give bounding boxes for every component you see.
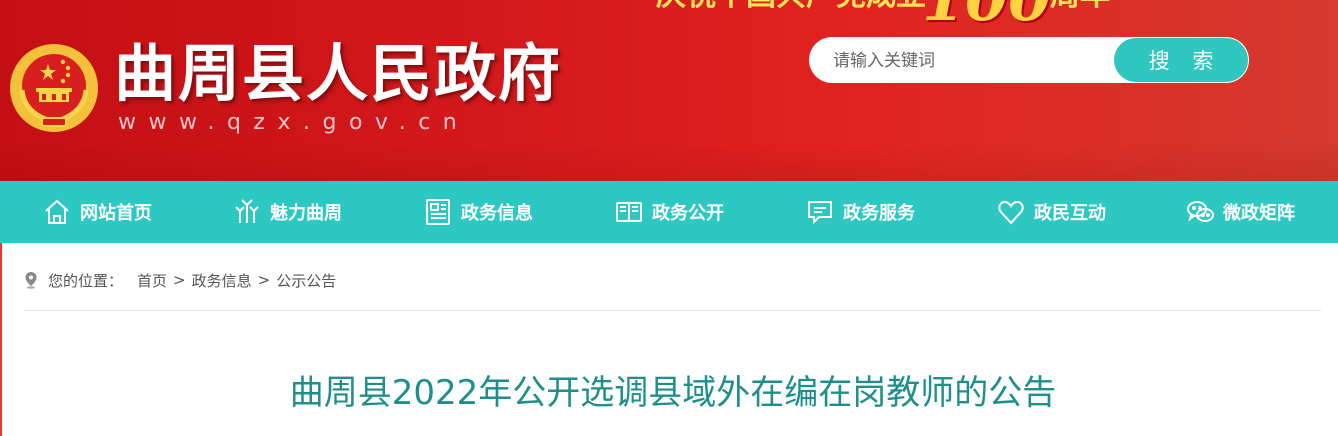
nav-item-label: 微政矩阵 xyxy=(1223,203,1295,224)
anniversary-slogan-tail: 周年 xyxy=(1050,0,1110,14)
home-icon xyxy=(40,195,74,229)
heart-icon xyxy=(994,195,1028,229)
nav-item-government-news[interactable]: 政务信息 xyxy=(421,181,533,243)
nav-item-home[interactable]: 网站首页 xyxy=(40,181,152,243)
newspaper-icon xyxy=(421,195,455,229)
header-banner: 曲周县人民政府 www.qzx.gov.cn 庆祝中国共产党成立 100 周年 … xyxy=(0,0,1338,181)
scenery-icon xyxy=(230,195,264,229)
nav-item-label: 政务服务 xyxy=(843,203,915,224)
nav-item-label: 政民互动 xyxy=(1034,203,1106,224)
wechat-icon xyxy=(1183,195,1217,229)
breadcrumb: 您的位置： 首页 > 政务信息 > 公示公告 xyxy=(24,268,336,292)
breadcrumb-divider xyxy=(24,310,1321,311)
chat-bubble-icon xyxy=(803,195,837,229)
nav-item-label: 政务信息 xyxy=(461,203,533,224)
breadcrumb-separator: > xyxy=(257,271,271,289)
nav-item-government-services[interactable]: 政务服务 xyxy=(803,181,915,243)
nav-item-public-interaction[interactable]: 政民互动 xyxy=(994,181,1106,243)
breadcrumb-government-news-link[interactable]: 政务信息 xyxy=(192,270,252,291)
site-title: 曲周县人民政府 xyxy=(114,37,563,110)
nav-item-micro-government[interactable]: 微政矩阵 xyxy=(1183,181,1295,243)
nav-item-label: 魅力曲周 xyxy=(270,203,342,224)
nav-item-government-disclosure[interactable]: 政务公开 xyxy=(612,181,724,243)
nav-item-label: 政务公开 xyxy=(652,203,724,224)
search-button[interactable]: 搜 索 xyxy=(1114,38,1248,82)
article-title: 曲周县2022年公开选调县域外在编在岗教师的公告 xyxy=(289,373,1057,413)
site-url: www.qzx.gov.cn xyxy=(118,110,470,135)
search-box: 搜 索 xyxy=(809,37,1249,85)
nav-item-charm-quzhou[interactable]: 魅力曲周 xyxy=(230,181,342,243)
main-nav: 网站首页 魅力曲周 政务信息 政务公开 政务服务 政民互动 微政矩阵 xyxy=(0,181,1338,243)
anniversary-number: 100 xyxy=(922,0,1051,30)
breadcrumb-home-link[interactable]: 首页 xyxy=(137,270,167,291)
nav-item-label: 网站首页 xyxy=(80,203,152,224)
search-input[interactable] xyxy=(831,37,1115,85)
anniversary-slogan: 庆祝中国共产党成立 xyxy=(656,0,926,14)
breadcrumb-separator: > xyxy=(173,271,186,289)
national-emblem-icon xyxy=(10,44,98,132)
breadcrumb-announcements-link[interactable]: 公示公告 xyxy=(276,270,336,291)
breadcrumb-prefix: 您的位置： xyxy=(48,271,124,290)
location-pin-icon xyxy=(25,272,37,289)
book-icon xyxy=(612,195,646,229)
